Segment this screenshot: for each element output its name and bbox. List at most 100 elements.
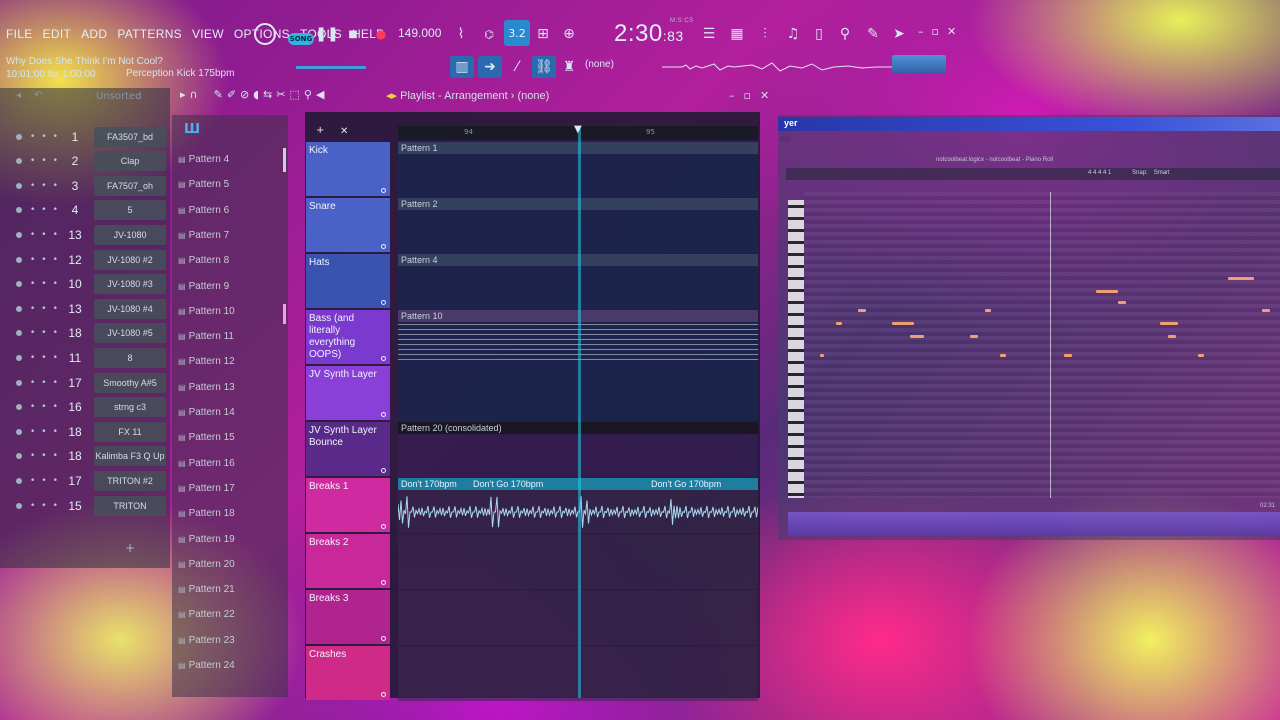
channel-name-button[interactable]: JV-1080 #2: [94, 249, 166, 270]
channel-row[interactable]: ••• 17 Smoothy A#5: [0, 370, 170, 395]
channel-knobs[interactable]: •••: [30, 378, 64, 388]
piano-roll-grid[interactable]: [804, 192, 1280, 498]
track-header[interactable]: Kick: [306, 142, 390, 196]
channel-row[interactable]: ••• 12 JV-1080 #2: [0, 247, 170, 272]
channel-name-button[interactable]: FX 11: [94, 421, 166, 442]
pattern-list-scroll-thumb[interactable]: [283, 304, 286, 324]
track-mute-icon[interactable]: [381, 524, 386, 529]
channel-row[interactable]: ••• 13 JV-1080 #4: [0, 296, 170, 321]
pattern-list-item[interactable]: Pattern 14: [178, 407, 235, 418]
track-mute-icon[interactable]: [381, 580, 386, 585]
snap-value[interactable]: Smart: [1154, 170, 1170, 176]
menu-edit[interactable]: EDIT: [37, 27, 76, 41]
wait-input-icon[interactable]: ⌬: [478, 23, 500, 45]
arrow-right-icon[interactable]: ➜: [478, 56, 502, 78]
channel-row[interactable]: ••• 1 FA3507_bd: [0, 124, 170, 149]
channel-knobs[interactable]: •••: [30, 501, 64, 511]
channel-name-button[interactable]: Kalimba F3 Q Up: [94, 446, 166, 467]
channel-name-button[interactable]: FA3507_bd: [94, 126, 166, 147]
pattern-selector[interactable]: (none): [585, 59, 614, 70]
midi-note[interactable]: [836, 322, 842, 325]
midi-note[interactable]: [1168, 335, 1176, 338]
playlist-window-controls[interactable]: –▫✕: [729, 89, 778, 102]
pattern-picker-icon[interactable]: Ш: [184, 122, 200, 137]
channel-led[interactable]: [16, 428, 22, 435]
plugin-picker-icon[interactable]: ⚲: [834, 23, 856, 45]
tempo-tapper-icon[interactable]: ✎: [862, 23, 884, 45]
channel-name-button[interactable]: JV-1080 #3: [94, 274, 166, 295]
mixer-track-number[interactable]: 1: [64, 130, 86, 144]
track-header[interactable]: Breaks 2: [306, 534, 390, 588]
channel-led[interactable]: [16, 182, 22, 189]
pattern-list-item[interactable]: Pattern 15: [178, 432, 235, 443]
song-mode-button[interactable]: SONG: [288, 33, 314, 45]
mixer-track-number[interactable]: 15: [64, 499, 86, 513]
channel-knobs[interactable]: •••: [30, 402, 64, 412]
pattern-list-item[interactable]: Pattern 19: [178, 534, 235, 545]
pattern-list-item[interactable]: Pattern 23: [178, 635, 235, 646]
channel-led[interactable]: [16, 305, 22, 312]
rack-back-icon[interactable]: ↶: [34, 90, 42, 101]
midi-note[interactable]: [1160, 322, 1178, 325]
track-header[interactable]: Snare: [306, 198, 390, 252]
midi-note[interactable]: [820, 354, 824, 357]
playhead-marker-icon[interactable]: ▼: [574, 124, 582, 135]
mixer-track-number[interactable]: 11: [64, 351, 86, 365]
channel-name-button[interactable]: JV-1080 #5: [94, 323, 166, 344]
clip-label[interactable]: Don't Go 170bpm: [648, 478, 721, 490]
track-header[interactable]: Breaks 3: [306, 590, 390, 644]
channel-led[interactable]: [16, 133, 22, 140]
channel-name-button[interactable]: JV-1080 #4: [94, 298, 166, 319]
channel-led[interactable]: [16, 281, 22, 288]
track-mute-icon[interactable]: [381, 300, 386, 305]
track-header[interactable]: Crashes: [306, 646, 390, 700]
mixer-track-number[interactable]: 17: [64, 474, 86, 488]
channel-knobs[interactable]: •••: [30, 353, 64, 363]
brush-icon[interactable]: ⁄: [506, 56, 528, 78]
mixer-track-number[interactable]: 18: [64, 425, 86, 439]
channel-led[interactable]: [16, 502, 22, 509]
channel-name-button[interactable]: TRITON: [94, 495, 166, 516]
pattern-list-item[interactable]: Pattern 4: [178, 154, 230, 165]
pattern-list-item[interactable]: Pattern 7: [178, 230, 230, 241]
channel-row[interactable]: ••• 17 TRITON #2: [0, 468, 170, 493]
record-icon[interactable]: ●: [370, 23, 392, 45]
track-mute-icon[interactable]: [381, 188, 386, 193]
channel-row[interactable]: ••• 15 TRITON: [0, 493, 170, 518]
channel-led[interactable]: [16, 453, 22, 460]
channel-row[interactable]: ••• 13 JV-1080: [0, 222, 170, 247]
channel-knobs[interactable]: •••: [30, 427, 64, 437]
channel-row[interactable]: ••• 10 JV-1080 #3: [0, 272, 170, 297]
midi-note[interactable]: [985, 309, 991, 312]
pattern-list-item[interactable]: Pattern 13: [178, 382, 235, 393]
clip-label[interactable]: Don't Go 170bpm: [470, 478, 543, 490]
delete-icon[interactable]: ⊘: [240, 88, 249, 106]
channel-knobs[interactable]: •••: [30, 205, 64, 215]
channel-led[interactable]: [16, 330, 22, 337]
channel-name-button[interactable]: Clap: [94, 151, 166, 172]
pattern-list-item[interactable]: Pattern 11: [178, 331, 234, 342]
channel-knobs[interactable]: •••: [30, 476, 64, 486]
channel-row[interactable]: ••• 2 Clap: [0, 149, 170, 174]
mixer-track-number[interactable]: 13: [64, 302, 86, 316]
channel-name-button[interactable]: JV-1080: [94, 224, 166, 245]
channel-led[interactable]: [16, 477, 22, 484]
mixer-track-number[interactable]: 16: [64, 400, 86, 414]
stop-icon[interactable]: ■: [342, 23, 364, 45]
channel-name-button[interactable]: TRITON #2: [94, 470, 166, 491]
bell-icon[interactable]: ♜: [558, 56, 580, 78]
channel-name-button[interactable]: strng c3: [94, 397, 166, 418]
track-header[interactable]: JV Synth Layer Bounce: [306, 422, 390, 476]
pattern-list-item[interactable]: Pattern 10: [178, 306, 235, 317]
piano-roll-icon[interactable]: ♫: [782, 23, 804, 45]
channel-row[interactable]: ••• 18 FX 11: [0, 419, 170, 444]
add-track-icon[interactable]: +: [316, 125, 324, 136]
pause-icon[interactable]: ❚❚: [315, 23, 338, 45]
track-mute-icon[interactable]: [381, 468, 386, 473]
mixer-icon[interactable]: ⫶: [754, 23, 776, 45]
channel-rack-icon[interactable]: ▦: [726, 23, 748, 45]
zoom-icon[interactable]: ⚲: [304, 88, 312, 106]
playlist-pattern[interactable]: (none): [518, 90, 550, 102]
pattern-list-item[interactable]: Pattern 18: [178, 508, 235, 519]
channel-knobs[interactable]: •••: [30, 304, 64, 314]
